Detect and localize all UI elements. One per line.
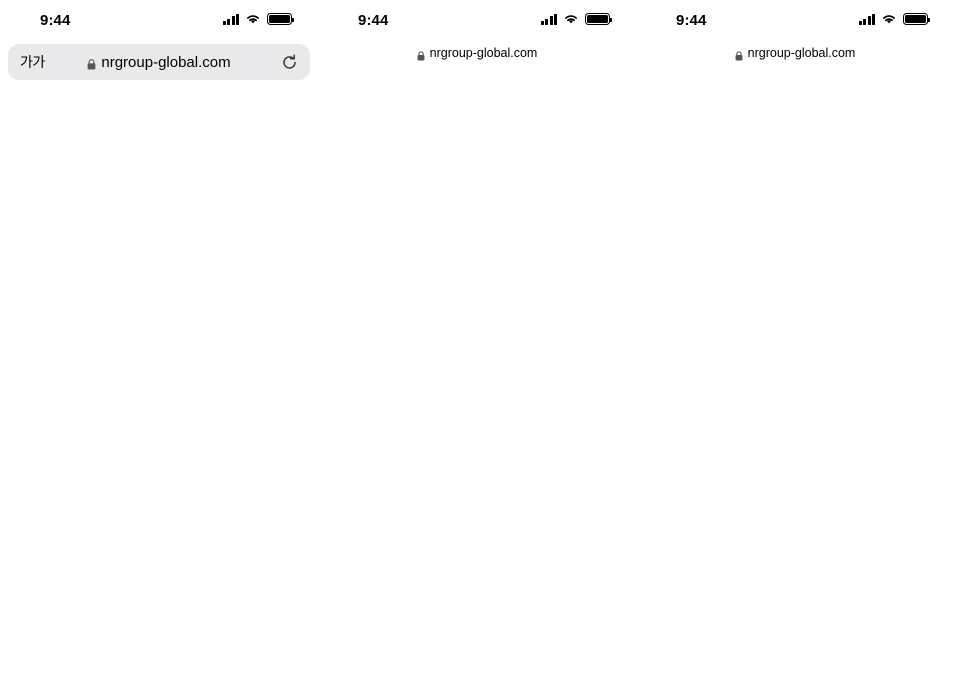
url-text: nrgroup-global.com bbox=[747, 46, 856, 60]
lock-icon bbox=[735, 48, 743, 61]
text-size-button[interactable]: 가가 bbox=[20, 52, 45, 72]
reload-icon[interactable] bbox=[281, 54, 298, 71]
cellular-signal-icon bbox=[222, 13, 239, 25]
compact-address-bar[interactable]: nrgroup-global.com bbox=[636, 44, 954, 67]
url-display[interactable]: nrgroup-global.com bbox=[87, 53, 231, 71]
cellular-signal-icon bbox=[858, 13, 875, 25]
url-text: nrgroup-global.com bbox=[429, 46, 538, 60]
status-icons bbox=[222, 13, 295, 25]
lock-icon bbox=[417, 48, 425, 61]
battery-icon bbox=[585, 13, 613, 25]
phone-screenshot-2: 9:44 nrgroup-global.com bbox=[318, 0, 636, 687]
status-bar-3: 9:44 bbox=[636, 0, 954, 44]
compact-address-bar[interactable]: nrgroup-global.com bbox=[318, 44, 636, 67]
phone-screenshot-3: 9:44 nrgroup-global.com bbox=[636, 0, 954, 687]
cellular-signal-icon bbox=[540, 13, 557, 25]
status-bar-1: 9:44 bbox=[0, 0, 318, 44]
status-icons bbox=[540, 13, 613, 25]
status-icons bbox=[858, 13, 931, 25]
wifi-icon bbox=[563, 13, 579, 25]
battery-icon bbox=[267, 13, 295, 25]
battery-icon bbox=[903, 13, 931, 25]
lock-icon bbox=[87, 57, 96, 69]
status-time: 9:44 bbox=[40, 12, 71, 29]
wifi-icon bbox=[245, 13, 261, 25]
status-bar-2: 9:44 bbox=[318, 0, 636, 44]
url-text: nrgroup-global.com bbox=[101, 53, 231, 71]
address-bar[interactable]: 가가 nrgroup-global.com bbox=[8, 44, 310, 80]
phone-screenshot-1: 9:44 가가 nrgroup-global.com bbox=[0, 0, 318, 687]
three-phone-screenshot-stage: 9:44 가가 nrgroup-global.com 9:44 nrgroup-… bbox=[0, 0, 954, 687]
status-time: 9:44 bbox=[358, 12, 389, 29]
safari-urlbar-container: 가가 nrgroup-global.com bbox=[0, 44, 318, 88]
wifi-icon bbox=[881, 13, 897, 25]
status-time: 9:44 bbox=[676, 12, 707, 29]
